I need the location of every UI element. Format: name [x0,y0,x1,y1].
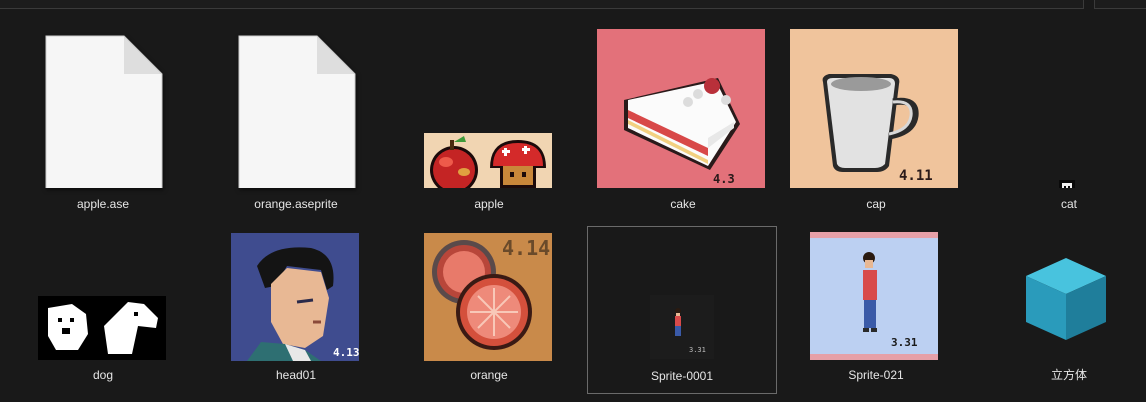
file-name: cake [670,197,696,211]
file-item-head01[interactable]: 4.13 head01 [201,226,391,394]
file-item-cake[interactable]: 4.3 cake [588,20,778,211]
file-item-apple[interactable]: apple [394,20,584,211]
file-item-cap[interactable]: 4.11 cap [781,20,971,211]
search-box[interactable] [1094,0,1146,9]
file-item-orange-aseprite[interactable]: orange.aseprite [201,20,391,211]
file-item-apple-ase[interactable]: apple.ase [8,20,198,211]
file-name: dog [92,368,114,382]
thumb-version-label: 4.11 [899,168,933,184]
file-name: cap [866,197,886,211]
cat-tiny-thumbnail [1059,180,1075,188]
file-item-cube[interactable]: 立方体 [974,226,1146,394]
file-item-dog[interactable]: dog [8,226,198,394]
generic-file-icon [45,35,163,188]
file-item-cat[interactable]: cat [974,20,1146,211]
file-item-sprite-021[interactable]: 3.31 Sprite-021 [781,226,971,394]
file-name: apple [474,197,504,211]
file-name: Sprite-021 [848,368,904,382]
file-name: apple.ase [76,197,130,211]
thumb-version-label: 4.13 [333,346,360,359]
file-name: orange [470,368,508,382]
file-item-orange[interactable]: 4.14 orange [394,226,584,394]
top-toolbar [0,0,1146,16]
apple-mushroom-thumbnail [424,133,552,188]
thumb-version-label: 3.31 [891,336,918,349]
cup-thumbnail [790,29,958,188]
thumb-version-label: 3.31 [689,346,706,354]
thumb-version-label: 4.3 [713,172,735,186]
file-name: cat [1060,197,1077,211]
cake-slice-thumbnail [597,29,765,188]
address-bar[interactable] [0,0,1084,9]
file-name: Sprite-0001 [650,369,714,383]
file-name: orange.aseprite [254,197,338,211]
file-item-sprite-0001[interactable]: 3.31 Sprite-0001 [587,226,777,394]
file-name: head01 [275,368,317,382]
generic-file-icon [238,35,356,188]
file-name: 立方体 [1050,368,1087,382]
thumb-version-label: 4.14 [502,236,551,260]
